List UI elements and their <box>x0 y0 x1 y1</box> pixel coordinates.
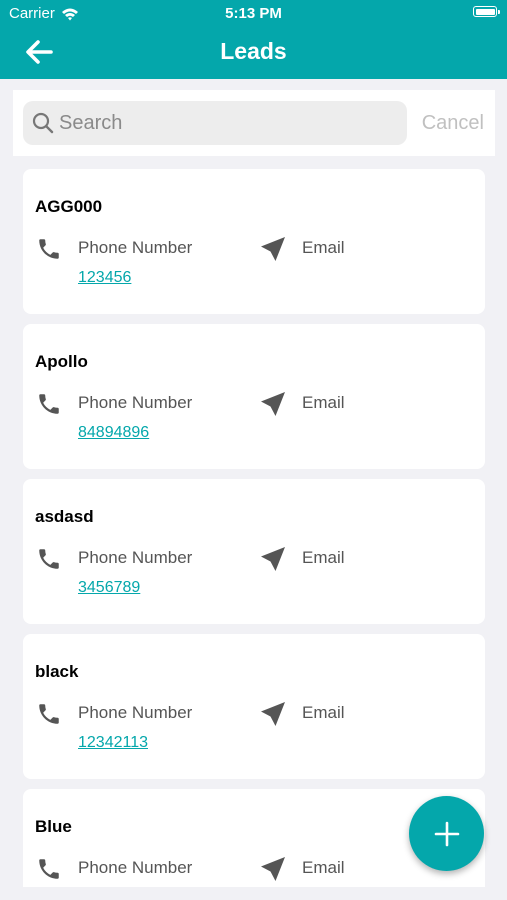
phone-icon <box>39 549 59 569</box>
lead-card[interactable]: Apollo Phone Number 84894896 Email <box>23 324 485 469</box>
lead-card[interactable]: black Phone Number 12342113 Email <box>23 634 485 779</box>
phone-number-link[interactable]: 84894896 <box>78 424 149 442</box>
battery-level <box>475 8 495 15</box>
send-icon[interactable] <box>259 700 287 728</box>
battery-icon <box>473 6 500 17</box>
email-label: Email <box>302 858 345 877</box>
lead-card[interactable]: asdasd Phone Number 3456789 Email <box>23 479 485 624</box>
app-header: Carrier 5:13 PM Leads <box>0 0 507 79</box>
phone-icon <box>39 239 59 259</box>
phone-label: Phone Number <box>78 858 193 877</box>
lead-name: Apollo <box>35 352 88 371</box>
lead-name: AGG000 <box>35 197 103 216</box>
send-icon[interactable] <box>259 390 287 418</box>
lead-name: asdasd <box>35 507 94 526</box>
send-icon[interactable] <box>259 855 287 883</box>
email-label: Email <box>302 238 345 257</box>
lead-card[interactable]: AGG000 Phone Number 123456 Email <box>23 169 485 314</box>
search-field[interactable] <box>23 101 407 145</box>
cancel-button[interactable]: Cancel <box>422 112 484 135</box>
phone-label: Phone Number <box>78 548 193 567</box>
leads-list[interactable]: AGG000 Phone Number 123456 Email Apollo … <box>0 169 507 887</box>
search-bar: Cancel <box>13 90 495 156</box>
send-icon[interactable] <box>259 235 287 263</box>
phone-number-link[interactable]: 123456 <box>78 269 131 287</box>
email-label: Email <box>302 393 345 412</box>
status-bar: Carrier 5:13 PM <box>0 0 507 28</box>
phone-number-link[interactable]: 12342113 <box>78 734 148 752</box>
phone-icon <box>39 394 59 414</box>
phone-label: Phone Number <box>78 703 193 722</box>
lead-name: black <box>35 662 79 681</box>
plus-icon <box>434 821 459 846</box>
phone-icon <box>39 859 59 879</box>
send-icon[interactable] <box>259 545 287 573</box>
search-input[interactable] <box>59 111 389 135</box>
phone-icon <box>39 704 59 724</box>
email-label: Email <box>302 703 345 722</box>
status-time: 5:13 PM <box>225 5 282 22</box>
phone-number-link[interactable]: 3456789 <box>78 579 140 597</box>
search-icon <box>32 112 54 134</box>
lead-name: Blue <box>35 817 72 836</box>
phone-label: Phone Number <box>78 393 193 412</box>
add-lead-button[interactable] <box>409 796 484 871</box>
email-label: Email <box>302 548 345 567</box>
page-title: Leads <box>220 38 287 64</box>
phone-label: Phone Number <box>78 238 193 257</box>
